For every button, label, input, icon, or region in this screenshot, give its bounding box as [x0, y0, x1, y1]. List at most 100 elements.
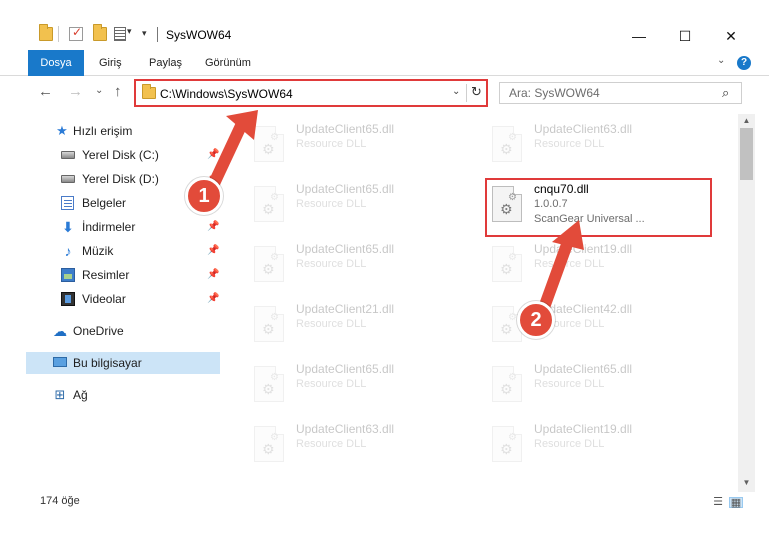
file-list: ⚙ ⚙ UpdateClient65.dll Resource DLL ⚙ ⚙ Up… — [222, 114, 738, 484]
list-item[interactable]: ⚙ ⚙ UpdateClient65.dll Resource DLL — [248, 356, 476, 410]
list-item[interactable]: ⚙ ⚙ UpdateClient65.dll Resource DLL — [248, 176, 476, 230]
scroll-thumb[interactable] — [740, 128, 753, 180]
sidebar-item-downloads[interactable]: ⬇ İndirmeler 📌 — [0, 216, 222, 238]
pin-icon[interactable]: 📌 — [207, 216, 219, 238]
dll-file-icon: ⚙ ⚙ — [254, 306, 284, 342]
documents-icon — [61, 196, 74, 210]
file-name: UpdateClient63.dll — [296, 422, 395, 436]
address-path[interactable]: C:\Windows\SysWOW64 — [160, 87, 293, 101]
pictures-icon — [61, 268, 75, 282]
list-item[interactable]: ⚙ ⚙ UpdateClient19.dll Resource DLL — [486, 236, 714, 290]
file-description: Resource DLL — [534, 438, 605, 450]
refresh-icon[interactable]: ↻ — [471, 84, 482, 100]
sidebar-item-onedrive[interactable]: ☁ OneDrive — [0, 320, 222, 342]
drive-icon — [61, 151, 75, 159]
tab-home[interactable]: Giriş — [99, 50, 122, 76]
pin-icon[interactable]: 📌 — [207, 144, 219, 166]
search-icon[interactable]: ⌕ — [722, 85, 729, 101]
recent-locations-button[interactable]: ⌄ — [95, 85, 103, 96]
list-item[interactable]: ⚙ ⚙ UpdateClient63.dll Resource DLL — [486, 116, 714, 170]
sidebar-item-network[interactable]: ⊞ Ağ — [0, 384, 222, 406]
list-item[interactable]: ⚙ ⚙ UpdateClient63.dll Resource DLL — [248, 416, 476, 470]
forward-button[interactable]: → — [68, 83, 83, 100]
details-view-icon[interactable]: ☰ — [711, 497, 725, 508]
file-name: UpdateClient63.dll — [534, 122, 633, 136]
navigation-pane: ★ Hızlı erişim Yerel Disk (C:) 📌 Yerel D… — [0, 114, 222, 484]
file-description: Resource DLL — [296, 438, 367, 450]
dll-file-icon: ⚙ ⚙ — [254, 186, 284, 222]
tab-view[interactable]: Görünüm — [205, 50, 251, 76]
list-item[interactable]: ⚙ ⚙ UpdateClient65.dll Resource DLL — [486, 356, 714, 410]
download-icon: ⬇ — [62, 219, 74, 235]
file-name: UpdateClient65.dll — [296, 182, 395, 196]
new-folder-icon[interactable] — [93, 24, 107, 41]
scroll-up-icon[interactable]: ▲ — [738, 114, 755, 128]
step-2-badge: 2 — [517, 301, 555, 339]
address-bar[interactable]: C:\Windows\SysWOW64 ⌄ ↻ — [134, 79, 488, 107]
sidebar-item-label: Yerel Disk (D:) — [82, 172, 159, 186]
expand-ribbon-icon[interactable]: ⌄ — [717, 55, 725, 66]
dll-file-icon: ⚙ ⚙ — [492, 366, 522, 402]
sidebar-item-label: Resimler — [82, 268, 130, 282]
file-description: Resource DLL — [296, 138, 367, 150]
sidebar-item-this-pc[interactable]: Bu bilgisayar — [26, 352, 220, 374]
maximize-button[interactable]: ☐ — [662, 22, 708, 50]
window-title: SysWOW64 — [166, 28, 232, 42]
sidebar-item-label: Bu bilgisayar — [73, 356, 142, 370]
pin-icon[interactable]: 📌 — [207, 240, 219, 262]
sidebar-item-local-disk-c[interactable]: Yerel Disk (C:) 📌 — [0, 144, 222, 166]
file-description: Resource DLL — [534, 138, 605, 150]
close-button[interactable]: ✕ — [708, 22, 754, 50]
sidebar-item-quick-access[interactable]: ★ Hızlı erişim — [0, 120, 222, 142]
view-options-icon[interactable] — [114, 27, 126, 41]
back-button[interactable]: ← — [38, 83, 53, 100]
search-box[interactable]: ⌕ — [499, 82, 742, 104]
list-item[interactable]: ⚙ ⚙ UpdateClient21.dll Resource DLL — [248, 296, 476, 350]
tab-file[interactable]: Dosya — [28, 50, 84, 76]
dll-file-icon: ⚙ ⚙ — [254, 126, 284, 162]
list-item[interactable]: ⚙ ⚙ UpdateClient19.dll Resource DLL — [486, 416, 714, 470]
list-item[interactable]: ⚙ ⚙ UpdateClient65.dll Resource DLL — [248, 236, 476, 290]
quick-access-dropdown-icon[interactable]: ▾ — [142, 28, 147, 39]
file-name: UpdateClient65.dll — [534, 362, 633, 376]
file-name: UpdateClient21.dll — [296, 302, 395, 316]
address-folder-icon — [142, 84, 156, 99]
sidebar-item-label: Videolar — [82, 292, 126, 306]
file-highlight-box — [485, 178, 712, 237]
search-input[interactable] — [500, 83, 718, 103]
address-separator — [466, 84, 467, 102]
dll-file-icon: ⚙ ⚙ — [492, 246, 522, 282]
sidebar-item-videos[interactable]: Videolar 📌 — [0, 288, 222, 310]
pin-icon[interactable]: 📌 — [207, 288, 219, 310]
file-description: Resource DLL — [296, 378, 367, 390]
tiles-view-icon[interactable]: ▦ — [729, 497, 743, 509]
sidebar-item-music[interactable]: ♪ Müzik 📌 — [0, 240, 222, 262]
tab-share[interactable]: Paylaş — [149, 50, 182, 76]
up-button[interactable]: ↑ — [114, 83, 122, 100]
drive-icon — [61, 175, 75, 183]
qa-options-chevron-icon[interactable]: ▾ — [127, 26, 132, 37]
address-dropdown-icon[interactable]: ⌄ — [452, 86, 460, 97]
title-separator — [157, 27, 158, 42]
computer-icon — [53, 357, 67, 367]
properties-check-icon[interactable] — [69, 25, 83, 41]
sidebar-item-label: Ağ — [73, 388, 88, 402]
help-icon[interactable]: ? — [737, 56, 751, 70]
file-name: UpdateClient65.dll — [296, 122, 395, 136]
qa-divider — [58, 26, 59, 42]
list-item[interactable]: ⚙ ⚙ UpdateClient65.dll Resource DLL — [248, 116, 476, 170]
file-description: Resource DLL — [534, 258, 605, 270]
file-name: UpdateClient65.dll — [296, 242, 395, 256]
pin-icon[interactable]: 📌 — [207, 264, 219, 286]
step-1-badge: 1 — [185, 177, 223, 215]
vertical-scrollbar[interactable]: ▲ ▼ — [738, 114, 755, 492]
minimize-button[interactable]: — — [616, 22, 662, 50]
dll-file-icon: ⚙ ⚙ — [254, 366, 284, 402]
network-icon: ⊞ — [54, 387, 66, 402]
sidebar-item-label: OneDrive — [73, 324, 124, 338]
dll-file-icon: ⚙ ⚙ — [492, 126, 522, 162]
dll-file-icon: ⚙ ⚙ — [254, 426, 284, 462]
scroll-down-icon[interactable]: ▼ — [738, 476, 755, 490]
sidebar-item-pictures[interactable]: Resimler 📌 — [0, 264, 222, 286]
sidebar-item-label: İndirmeler — [82, 220, 136, 234]
